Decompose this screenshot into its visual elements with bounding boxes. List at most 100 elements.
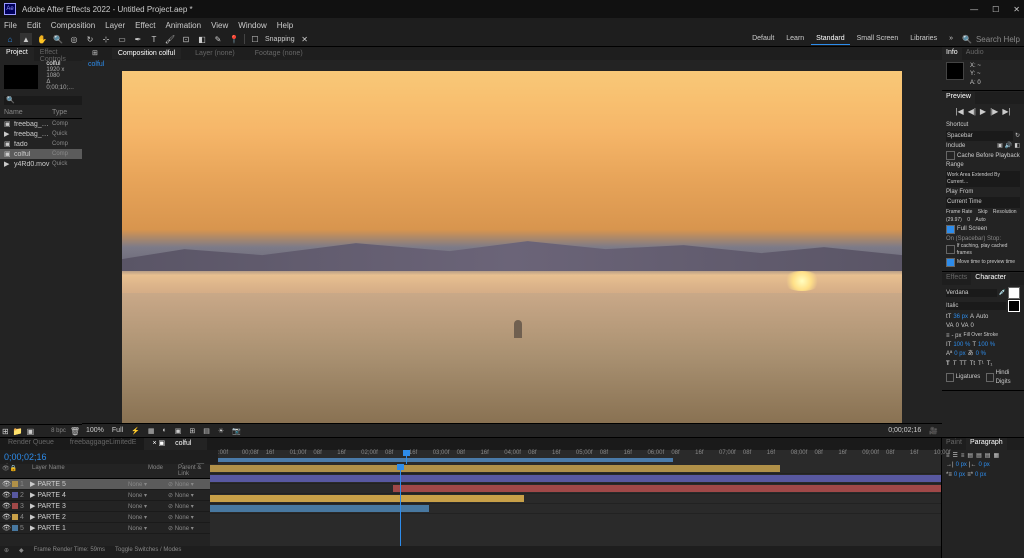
first-frame-button[interactable]: |◀ bbox=[955, 107, 963, 116]
layer-row[interactable]: 👁5▶ PARTE 1None ▾⊘ None ▾ bbox=[0, 523, 210, 534]
skip-dropdown[interactable]: 0 bbox=[967, 217, 970, 224]
playhead[interactable] bbox=[406, 450, 407, 464]
last-frame-button[interactable]: ▶| bbox=[1002, 107, 1010, 116]
fullscreen-checkbox[interactable] bbox=[946, 225, 955, 234]
col-layername[interactable]: Layer Name bbox=[32, 465, 148, 477]
next-frame-button[interactable]: |▶ bbox=[990, 107, 998, 116]
layer-bar[interactable] bbox=[210, 505, 429, 512]
timeline-ruler[interactable]: :00f00;08f16f01;00f08f16f02;00f08f16f03;… bbox=[218, 450, 941, 464]
baseline-field[interactable]: 0 px bbox=[954, 350, 965, 358]
shape-tool[interactable]: ▭ bbox=[116, 33, 128, 45]
snapshot-icon[interactable]: 📷 bbox=[232, 427, 241, 435]
layer-row[interactable]: 👁1▶ PARTE 5None ▾⊘ None ▾ bbox=[0, 479, 210, 490]
tl-keyframe-icon[interactable]: ◆ bbox=[19, 547, 24, 557]
project-search[interactable] bbox=[4, 96, 82, 105]
trkmat-dropdown[interactable]: ⊘ None ▾ bbox=[168, 503, 208, 510]
track-row[interactable] bbox=[210, 474, 941, 484]
res-dropdown[interactable]: Auto bbox=[975, 217, 985, 224]
puppet-tool[interactable]: 📍 bbox=[228, 33, 240, 45]
hand-tool[interactable]: ✋ bbox=[36, 33, 48, 45]
col-name[interactable]: Name bbox=[4, 109, 52, 116]
pen-tool[interactable]: ✒ bbox=[132, 33, 144, 45]
toggle-switches[interactable]: Toggle Switches / Modes bbox=[115, 547, 181, 557]
zoom-dropdown[interactable]: 100% bbox=[86, 427, 104, 434]
snap-option-icon[interactable]: ✕ bbox=[299, 33, 311, 45]
hindi-checkbox[interactable] bbox=[986, 373, 994, 382]
composition-viewer[interactable] bbox=[82, 71, 942, 423]
blend-mode-dropdown[interactable]: None ▾ bbox=[128, 481, 168, 488]
effects-tab[interactable]: Effects bbox=[942, 273, 971, 285]
layer-row[interactable]: 👁4▶ PARTE 2None ▾⊘ None ▾ bbox=[0, 512, 210, 523]
info-tab[interactable]: Info bbox=[942, 48, 962, 60]
superscript-button[interactable]: T¹ bbox=[978, 360, 984, 368]
audio-tab[interactable]: Audio bbox=[962, 48, 988, 60]
vscale-field[interactable]: 100 % bbox=[953, 341, 970, 349]
home-button[interactable]: ⌂ bbox=[4, 33, 16, 45]
rotation-tool[interactable]: ↻ bbox=[84, 33, 96, 45]
blend-mode-dropdown[interactable]: None ▾ bbox=[128, 514, 168, 521]
label-color[interactable] bbox=[12, 492, 18, 498]
layer-bar[interactable] bbox=[393, 485, 941, 492]
framerate-dropdown[interactable]: (29.97) bbox=[946, 217, 962, 224]
resolution-dropdown[interactable]: Full bbox=[112, 427, 123, 434]
visibility-toggle[interactable]: 👁 bbox=[2, 502, 10, 510]
ligatures-checkbox[interactable] bbox=[946, 373, 954, 382]
layer-bar[interactable] bbox=[210, 465, 780, 472]
shortcut-dropdown[interactable]: Spacebar bbox=[946, 131, 1013, 141]
paint-tab[interactable]: Paint bbox=[942, 438, 966, 450]
roto-tool[interactable]: ✎ bbox=[212, 33, 224, 45]
menu-animation[interactable]: Animation bbox=[165, 21, 201, 30]
blend-mode-dropdown[interactable]: None ▾ bbox=[128, 503, 168, 510]
include-overlay-icon[interactable]: ◧ bbox=[1014, 142, 1020, 150]
new-folder-icon[interactable]: 📁 bbox=[13, 427, 23, 436]
character-tab[interactable]: Character bbox=[971, 273, 1010, 285]
type-tool[interactable]: T bbox=[148, 33, 160, 45]
menu-edit[interactable]: Edit bbox=[27, 21, 41, 30]
justify-all-button[interactable]: ▦ bbox=[993, 452, 999, 460]
reset-exposure-icon[interactable]: ☀ bbox=[218, 427, 224, 435]
render-queue-tab[interactable]: Render Queue bbox=[0, 438, 62, 450]
playhead-line[interactable] bbox=[400, 464, 401, 546]
blend-mode-dropdown[interactable]: None ▾ bbox=[128, 492, 168, 499]
preview-tab[interactable]: Preview bbox=[942, 92, 975, 104]
viewer-timecode[interactable]: 0;00;02;16 bbox=[888, 427, 921, 434]
effect-controls-tab[interactable]: Effect Controls bbox=[34, 47, 82, 61]
close-button[interactable]: ✕ bbox=[1013, 5, 1020, 14]
search-help[interactable]: 🔍 Search Help bbox=[962, 35, 1020, 44]
visibility-toggle[interactable]: 👁 bbox=[2, 491, 10, 499]
justify-left-button[interactable]: ▤ bbox=[967, 452, 973, 460]
fast-preview-icon[interactable]: ⚡ bbox=[131, 427, 140, 435]
include-audio-icon[interactable]: 🔊 bbox=[1005, 142, 1012, 150]
kerning-field[interactable]: 0 bbox=[956, 322, 959, 330]
menu-layer[interactable]: Layer bbox=[105, 21, 125, 30]
menu-view[interactable]: View bbox=[211, 21, 228, 30]
transparency-grid-icon[interactable]: ▦ bbox=[148, 427, 155, 435]
track-row[interactable] bbox=[210, 464, 941, 474]
delete-icon[interactable]: 🗑 bbox=[70, 427, 80, 436]
timeline-timecode[interactable]: 0;00;02;16 bbox=[4, 452, 47, 462]
project-item[interactable]: ▶freebag_UnsouQuick bbox=[0, 129, 82, 139]
justify-center-button[interactable]: ▤ bbox=[976, 452, 982, 460]
clone-tool[interactable]: ⊡ bbox=[180, 33, 192, 45]
trkmat-dropdown[interactable]: ⊘ None ▾ bbox=[168, 525, 208, 532]
include-video-icon[interactable]: ▣ bbox=[997, 142, 1003, 150]
zoom-tool[interactable]: 🔍 bbox=[52, 33, 64, 45]
smallcaps-button[interactable]: Tt bbox=[970, 360, 975, 368]
visibility-toggle[interactable]: 👁 bbox=[2, 524, 10, 532]
play-button[interactable]: ▶ bbox=[980, 107, 986, 116]
justify-right-button[interactable]: ▤ bbox=[985, 452, 991, 460]
menu-effect[interactable]: Effect bbox=[135, 21, 155, 30]
font-dropdown[interactable]: Verdana bbox=[946, 289, 997, 297]
eraser-tool[interactable]: ◧ bbox=[196, 33, 208, 45]
subscript-button[interactable]: T₁ bbox=[987, 360, 993, 368]
visibility-toggle[interactable]: 👁 bbox=[2, 513, 10, 521]
indent-right-field[interactable]: 0 px bbox=[978, 461, 989, 469]
col-type[interactable]: Type bbox=[52, 109, 78, 116]
interpret-footage-icon[interactable]: ⊞ bbox=[2, 427, 9, 436]
indent-left-field[interactable]: 0 px bbox=[956, 461, 967, 469]
col-parent[interactable]: Parent & Link bbox=[178, 465, 208, 477]
camera-icon[interactable]: 🎥 bbox=[929, 427, 938, 435]
tsume-field[interactable]: 0 % bbox=[976, 350, 986, 358]
orbit-tool[interactable]: ◎ bbox=[68, 33, 80, 45]
project-item[interactable]: ▣fadoComp bbox=[0, 139, 82, 149]
